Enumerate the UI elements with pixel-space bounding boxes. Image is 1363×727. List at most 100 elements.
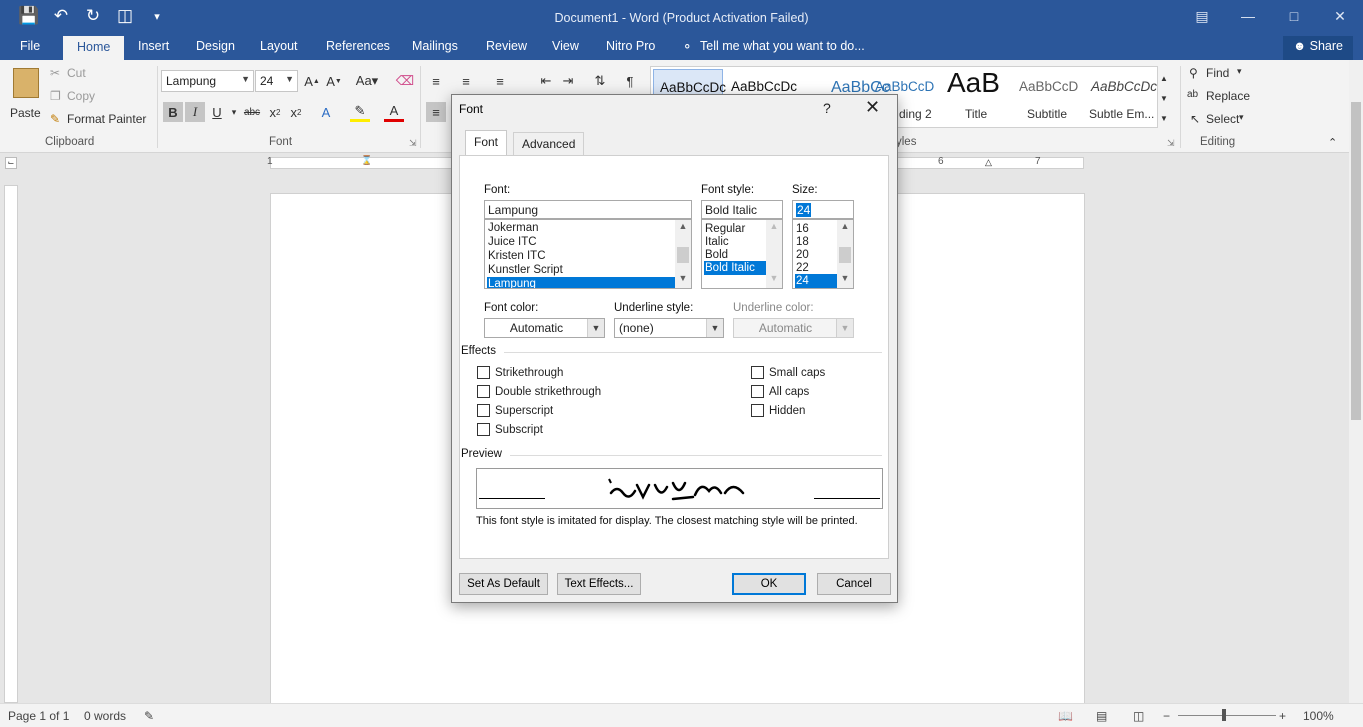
font-input[interactable]: Lampung	[484, 200, 692, 219]
format-painter-button[interactable]: Format Painter	[67, 112, 146, 126]
web-layout-icon[interactable]: ◫	[1133, 709, 1144, 723]
strikethrough-checkbox[interactable]: Strikethrough	[477, 366, 563, 379]
page-count[interactable]: Page 1 of 1	[8, 709, 69, 723]
checkbox-box[interactable]	[477, 366, 490, 379]
list-item[interactable]: Juice ITC	[487, 235, 675, 249]
list-item[interactable]: Italic	[704, 235, 766, 249]
tell-me-search[interactable]: Tell me what you want to do...	[700, 39, 865, 53]
minimize-icon[interactable]: —	[1225, 0, 1271, 32]
tab-selector-icon[interactable]: ⌙	[5, 157, 17, 169]
underline-style-dropdown[interactable]: (none) ▼	[614, 318, 724, 338]
right-indent-icon[interactable]: △	[985, 157, 992, 168]
scrollbar-thumb[interactable]	[677, 247, 689, 263]
close-window-icon[interactable]: ✕	[1317, 0, 1363, 32]
maximize-icon[interactable]: □	[1271, 0, 1317, 32]
dialog-launcher-icon[interactable]: ⇲	[409, 138, 417, 149]
tab-insert[interactable]: Insert	[138, 39, 169, 53]
list-item[interactable]: 22	[795, 261, 837, 275]
read-mode-icon[interactable]: 📖	[1058, 709, 1073, 723]
tab-nitro-pro[interactable]: Nitro Pro	[606, 39, 655, 53]
list-item[interactable]: Kunstler Script	[487, 263, 675, 277]
list-item-selected[interactable]: Lampung	[487, 277, 675, 288]
text-effects-icon[interactable]: A	[316, 102, 336, 122]
copy-button[interactable]: Copy	[67, 89, 95, 103]
style-heading-2[interactable]: AaBbCcD	[875, 79, 934, 94]
size-list[interactable]: 16 18 20 22 24 ▲ ▼	[792, 219, 854, 289]
bullets-icon[interactable]: ≡	[426, 71, 446, 91]
style-title[interactable]: AaB	[947, 67, 1000, 99]
double-strikethrough-checkbox[interactable]: Double strikethrough	[477, 385, 601, 398]
tab-review[interactable]: Review	[486, 39, 527, 53]
decrease-indent-icon[interactable]: ⇤	[536, 71, 556, 91]
subscript-checkbox[interactable]: Subscript	[477, 423, 543, 436]
list-item-selected[interactable]: 24	[795, 274, 837, 288]
chevron-down-icon[interactable]: ▾	[1239, 112, 1244, 123]
chevron-up-icon[interactable]: ▲	[675, 221, 691, 235]
tab-design[interactable]: Design	[196, 39, 235, 53]
tab-file[interactable]: File	[20, 39, 40, 53]
change-case-icon[interactable]: Aa▾	[352, 71, 382, 91]
vertical-scrollbar[interactable]	[1349, 60, 1363, 705]
list-item[interactable]: Kristen ITC	[487, 249, 675, 263]
grow-font-icon[interactable]: A ▲	[302, 71, 322, 91]
chevron-down-icon[interactable]: ▼	[675, 273, 691, 287]
tab-font[interactable]: Font	[465, 130, 508, 156]
proofing-icon[interactable]: ✎	[144, 709, 154, 723]
font-style-list[interactable]: Regular Italic Bold Bold Italic ▲ ▼	[701, 219, 783, 289]
small-caps-checkbox[interactable]: Small caps	[751, 366, 825, 379]
style-subtle-emphasis[interactable]: AaBbCcDc	[1091, 79, 1157, 94]
tab-advanced[interactable]: Advanced	[513, 132, 585, 155]
highlight-icon[interactable]: ✎	[350, 102, 370, 122]
list-item[interactable]: 18	[795, 235, 837, 249]
font-style-input[interactable]: Bold Italic	[701, 200, 783, 219]
gallery-up-icon[interactable]: ▲	[1157, 68, 1171, 88]
chevron-up-icon[interactable]: ▲	[766, 221, 782, 235]
zoom-in-icon[interactable]: +	[1279, 709, 1286, 723]
font-color-icon[interactable]: A	[384, 102, 404, 122]
checkbox-box[interactable]	[751, 366, 764, 379]
tab-references[interactable]: References	[326, 39, 390, 53]
select-button[interactable]: Select	[1206, 112, 1239, 126]
checkbox-box[interactable]	[477, 404, 490, 417]
gallery-more-icon[interactable]: ▼	[1157, 108, 1171, 128]
font-name-combo[interactable]: Lampung ▼	[161, 70, 254, 92]
superscript-button[interactable]: x2	[286, 102, 306, 122]
tab-layout[interactable]: Layout	[260, 39, 298, 53]
zoom-slider[interactable]	[1178, 715, 1276, 716]
style-no-spacing[interactable]: AaBbCcDc	[731, 79, 797, 94]
paste-button[interactable]: Paste	[8, 66, 44, 130]
font-list-scrollbar[interactable]: ▲ ▼	[675, 220, 691, 288]
font-list[interactable]: Jokerman Juice ITC Kristen ITC Kunstler …	[484, 219, 692, 289]
list-item[interactable]: Bold	[704, 248, 766, 262]
checkbox-box[interactable]	[751, 385, 764, 398]
print-layout-icon[interactable]: ▤	[1096, 709, 1107, 723]
zoom-out-icon[interactable]: −	[1163, 709, 1170, 723]
font-size-combo[interactable]: 24 ▼	[255, 70, 298, 92]
subscript-button[interactable]: x2	[265, 102, 285, 122]
text-effects-button[interactable]: Text Effects...	[557, 573, 641, 595]
list-item[interactable]: 16	[795, 222, 837, 236]
strikethrough-button[interactable]: abc	[240, 102, 264, 122]
ok-button[interactable]: OK	[732, 573, 806, 595]
close-icon[interactable]: ✕	[865, 97, 880, 118]
dialog-launcher-icon[interactable]: ⇲	[1167, 138, 1175, 149]
gallery-down-icon[interactable]: ▼	[1157, 88, 1171, 108]
checkbox-box[interactable]	[751, 404, 764, 417]
superscript-checkbox[interactable]: Superscript	[477, 404, 553, 417]
list-item[interactable]: 20	[795, 248, 837, 262]
shrink-font-icon[interactable]: A ▼	[324, 71, 344, 91]
bold-button[interactable]: B	[163, 102, 183, 122]
chevron-up-icon[interactable]: ▲	[837, 221, 853, 235]
list-item-selected[interactable]: Bold Italic	[704, 261, 766, 275]
hidden-checkbox[interactable]: Hidden	[751, 404, 805, 417]
numbering-icon[interactable]: ≡	[456, 71, 476, 91]
set-as-default-button[interactable]: Set As Default	[459, 573, 548, 595]
multilevel-list-icon[interactable]: ≡	[490, 71, 510, 91]
tab-view[interactable]: View	[552, 39, 579, 53]
cut-button[interactable]: Cut	[67, 66, 86, 80]
collapse-ribbon-icon[interactable]: ⌃	[1328, 136, 1337, 149]
align-left-icon[interactable]: ≡	[426, 102, 446, 122]
list-item[interactable]: Regular	[704, 222, 766, 236]
chevron-down-icon[interactable]: ▼	[766, 273, 782, 287]
font-color-dropdown[interactable]: Automatic ▼	[484, 318, 605, 338]
